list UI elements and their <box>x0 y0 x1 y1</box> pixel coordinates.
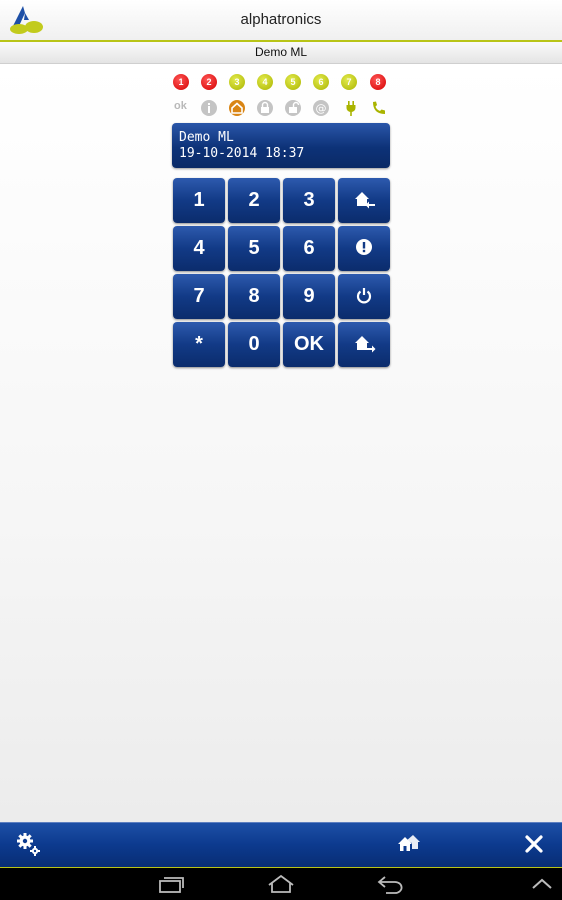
keypad: 1 2 3 4 5 6 7 8 9 * 0 OK <box>172 178 390 368</box>
key-6[interactable]: 6 <box>283 226 335 271</box>
home-out-button[interactable] <box>338 322 390 367</box>
zone-1-indicator[interactable]: 1 <box>173 74 189 90</box>
ok-status: ok <box>174 100 187 112</box>
key-9[interactable]: 9 <box>283 274 335 319</box>
display-line-1: Demo ML <box>179 130 234 145</box>
keypad-display: Demo ML 19-10-2014 18:37 <box>172 123 390 168</box>
home-in-icon <box>355 192 375 209</box>
key-8[interactable]: 8 <box>228 274 280 319</box>
zone-2-indicator[interactable]: 2 <box>201 74 217 90</box>
home-icon[interactable] <box>396 833 422 855</box>
home-icon <box>228 99 246 117</box>
key-5[interactable]: 5 <box>228 226 280 271</box>
display-line-2: 19-10-2014 18:37 <box>179 146 305 161</box>
panel-name: Demo ML <box>0 42 562 64</box>
back-icon[interactable] <box>376 874 404 894</box>
home-nav-icon[interactable] <box>266 874 296 894</box>
power-button[interactable] <box>338 274 390 319</box>
key-2[interactable]: 2 <box>228 178 280 223</box>
lock-icon <box>256 99 274 117</box>
svg-text:@: @ <box>316 102 327 115</box>
zone-5-indicator[interactable]: 5 <box>285 74 301 90</box>
home-out-icon <box>355 336 376 353</box>
zone-4-indicator[interactable]: 4 <box>257 74 273 90</box>
info-icon <box>200 99 218 117</box>
status-icons: ok @ <box>172 99 390 117</box>
key-7[interactable]: 7 <box>173 274 225 319</box>
at-icon: @ <box>312 99 330 117</box>
phone-icon <box>370 99 388 117</box>
key-star[interactable]: * <box>173 322 225 367</box>
close-icon[interactable] <box>524 834 544 854</box>
home-in-button[interactable] <box>338 178 390 223</box>
zone-3-indicator[interactable]: 3 <box>229 74 245 90</box>
alert-icon <box>356 239 372 255</box>
unlock-icon <box>284 99 302 117</box>
power-plug-icon <box>342 99 360 117</box>
app-header: alphatronics <box>0 0 562 42</box>
key-1[interactable]: 1 <box>173 178 225 223</box>
zone-indicators: 1 2 3 4 5 6 7 8 <box>172 74 390 90</box>
key-0[interactable]: 0 <box>228 322 280 367</box>
power-icon <box>356 288 372 304</box>
ok-button[interactable]: OK <box>283 322 335 367</box>
settings-icon[interactable] <box>16 832 42 858</box>
key-3[interactable]: 3 <box>283 178 335 223</box>
key-4[interactable]: 4 <box>173 226 225 271</box>
up-chevron-icon[interactable] <box>530 877 554 891</box>
app-title: alphatronics <box>240 11 322 28</box>
system-nav-bar <box>0 868 562 900</box>
bottom-toolbar <box>0 822 562 869</box>
recent-apps-icon[interactable] <box>158 874 186 894</box>
zone-8-indicator[interactable]: 8 <box>370 74 386 90</box>
alert-button[interactable] <box>338 226 390 271</box>
zone-6-indicator[interactable]: 6 <box>313 74 329 90</box>
zone-7-indicator[interactable]: 7 <box>341 74 357 90</box>
